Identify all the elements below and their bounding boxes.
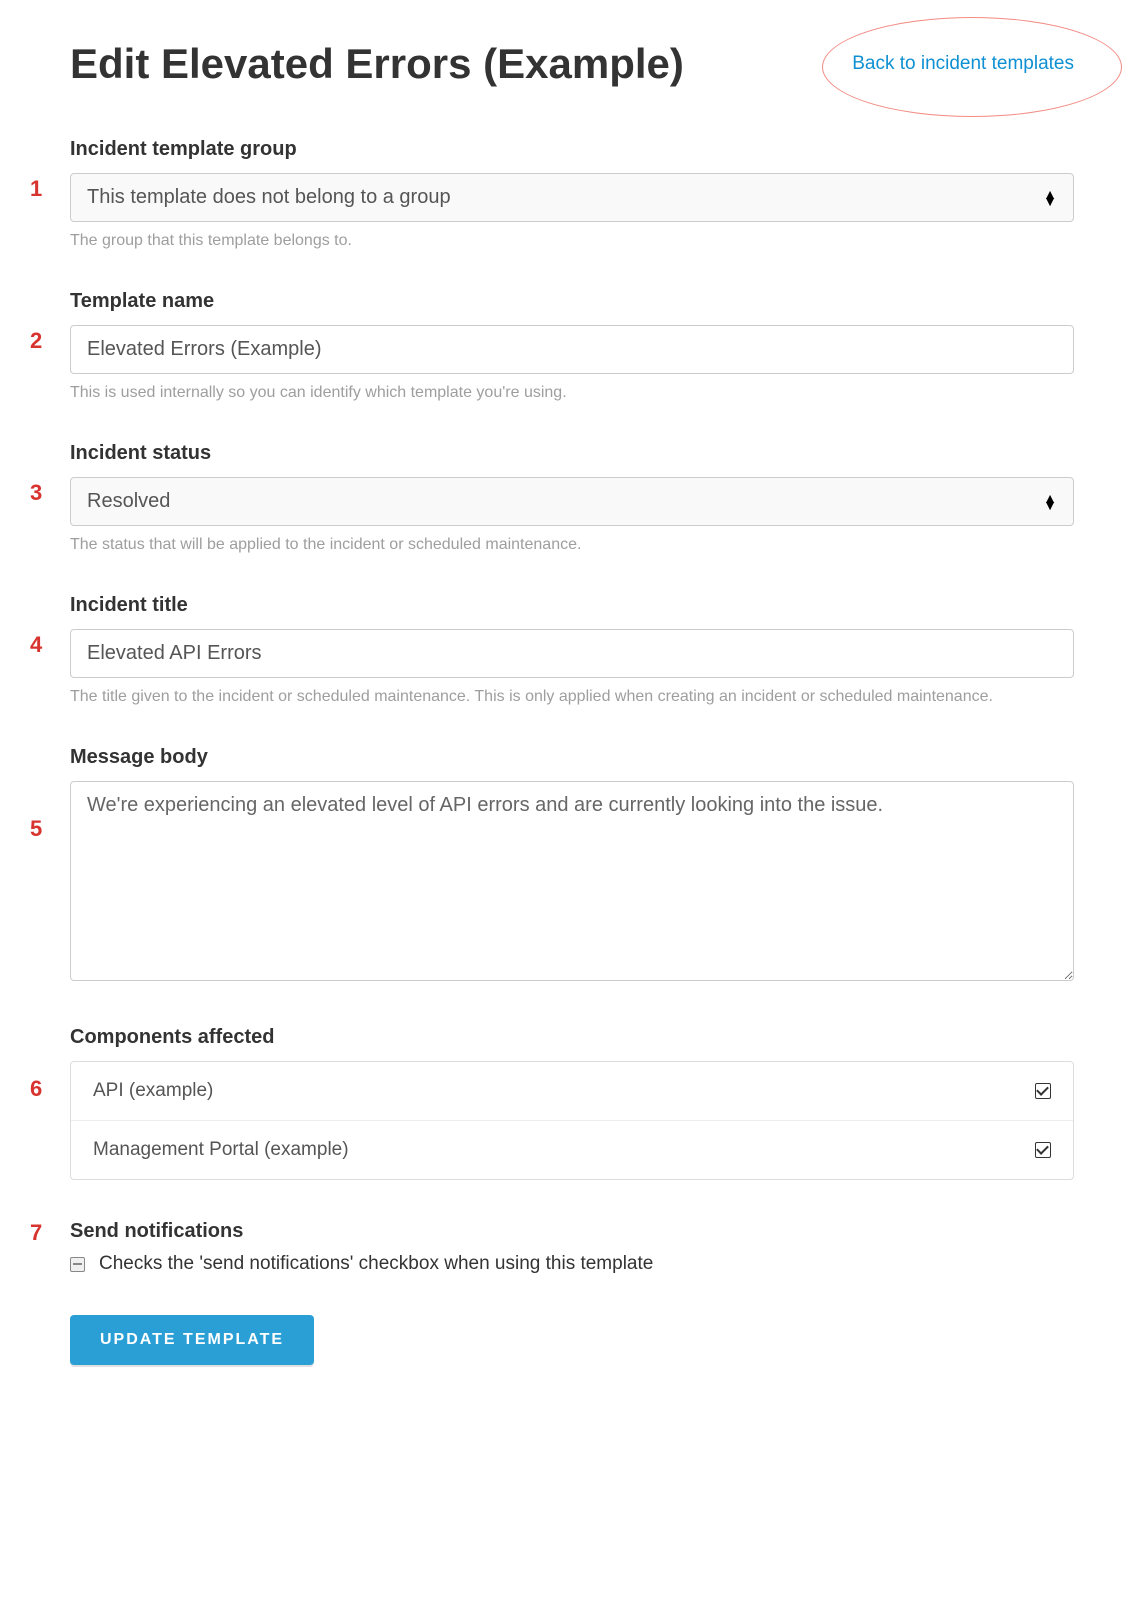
select-arrows-icon: ▲▼ (1043, 191, 1057, 205)
component-row[interactable]: API (example) (71, 1062, 1073, 1120)
message-body-label: Message body (70, 746, 1074, 769)
group-label: Incident template group (70, 138, 1074, 161)
status-help: The status that will be applied to the i… (70, 536, 1074, 554)
components-label: Components affected (70, 1026, 1074, 1049)
incident-title-label: Incident title (70, 594, 1074, 617)
template-name-input[interactable] (70, 325, 1074, 374)
step-marker-2: 2 (30, 290, 70, 354)
components-list: API (example) Management Portal (example… (70, 1061, 1074, 1180)
back-link-label: Back to incident templates (852, 53, 1074, 74)
step-marker-6: 6 (30, 1026, 70, 1102)
incident-title-help: The title given to the incident or sched… (70, 688, 1074, 706)
status-select[interactable]: Resolved ▲▼ (70, 477, 1074, 526)
select-arrows-icon: ▲▼ (1043, 495, 1057, 509)
step-marker-5: 5 (30, 746, 70, 842)
page-title: Edit Elevated Errors (Example) (70, 40, 684, 88)
template-name-help: This is used internally so you can ident… (70, 384, 1074, 402)
status-select-value: Resolved (87, 490, 170, 513)
template-name-label: Template name (70, 290, 1074, 313)
component-row[interactable]: Management Portal (example) (71, 1120, 1073, 1179)
component-name: Management Portal (example) (93, 1139, 349, 1161)
group-select-value: This template does not belong to a group (87, 186, 451, 209)
message-body-textarea[interactable] (70, 781, 1074, 981)
update-template-button[interactable]: UPDATE TEMPLATE (70, 1315, 314, 1365)
checkbox-checked-icon[interactable] (1035, 1142, 1051, 1158)
back-to-templates-link[interactable]: Back to incident templates (852, 53, 1074, 75)
notifications-label: Send notifications (70, 1220, 1074, 1243)
step-marker-7: 7 (30, 1220, 70, 1246)
notifications-checkbox[interactable] (70, 1257, 85, 1272)
step-marker-3: 3 (30, 442, 70, 506)
group-select[interactable]: This template does not belong to a group… (70, 173, 1074, 222)
notifications-desc: Checks the 'send notifications' checkbox… (99, 1253, 653, 1275)
group-help: The group that this template belongs to. (70, 232, 1074, 250)
checkbox-checked-icon[interactable] (1035, 1083, 1051, 1099)
incident-title-input[interactable] (70, 629, 1074, 678)
component-name: API (example) (93, 1080, 213, 1102)
step-marker-4: 4 (30, 594, 70, 658)
step-marker-1: 1 (30, 138, 70, 202)
status-label: Incident status (70, 442, 1074, 465)
